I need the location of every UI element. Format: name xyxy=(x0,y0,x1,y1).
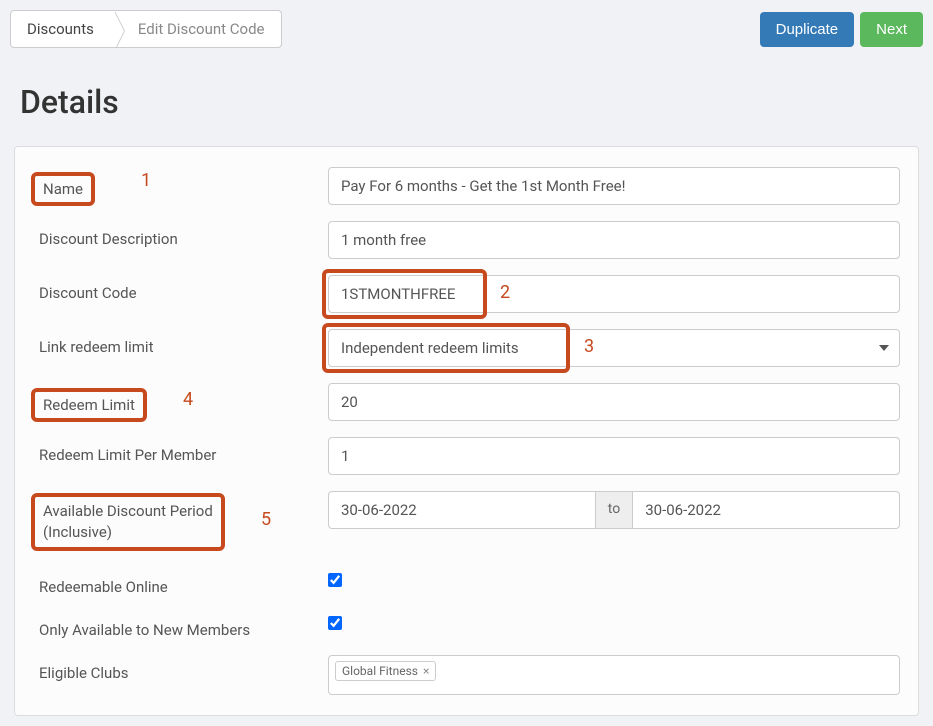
name-input[interactable] xyxy=(328,167,900,205)
duplicate-button[interactable]: Duplicate xyxy=(760,12,855,47)
next-button[interactable]: Next xyxy=(860,12,923,47)
label-eligible-clubs: Eligible Clubs xyxy=(39,664,128,682)
link-redeem-limit-select[interactable]: Independent redeem limits xyxy=(328,329,900,367)
description-input[interactable] xyxy=(328,221,900,259)
annotation-3: 3 xyxy=(584,336,594,357)
redeem-limit-member-input[interactable] xyxy=(328,437,900,475)
annotation-5: 5 xyxy=(261,509,271,530)
label-only-new-members: Only Available to New Members xyxy=(39,621,250,639)
club-tag: Global Fitness × xyxy=(335,661,436,681)
annotation-1: 1 xyxy=(141,170,151,191)
label-redeem-limit-member: Redeem Limit Per Member xyxy=(39,446,216,464)
breadcrumb: Discounts Edit Discount Code xyxy=(10,10,282,48)
label-available-period: Available Discount Period (Inclusive) xyxy=(31,493,225,551)
only-new-members-checkbox[interactable] xyxy=(328,616,342,630)
club-tag-label: Global Fitness xyxy=(342,664,418,678)
breadcrumb-edit-discount: Edit Discount Code xyxy=(114,11,281,47)
eligible-clubs-input[interactable]: Global Fitness × xyxy=(328,655,900,695)
label-description: Discount Description xyxy=(39,230,178,248)
annotation-2: 2 xyxy=(500,282,510,303)
label-link-redeem-limit: Link redeem limit xyxy=(39,338,153,356)
date-separator: to xyxy=(596,491,632,529)
redeemable-online-checkbox[interactable] xyxy=(328,573,342,587)
date-from-input[interactable] xyxy=(328,491,596,529)
label-redeemable-online: Redeemable Online xyxy=(39,578,168,596)
annotation-4: 4 xyxy=(183,389,193,410)
date-to-input[interactable] xyxy=(632,491,900,529)
label-code: Discount Code xyxy=(39,284,137,302)
club-tag-remove-icon[interactable]: × xyxy=(423,664,429,678)
page-title: Details xyxy=(20,83,923,121)
redeem-limit-input[interactable] xyxy=(328,383,900,421)
label-redeem-limit: Redeem Limit xyxy=(31,388,147,422)
code-input[interactable] xyxy=(328,275,900,313)
details-panel: Name 1 Discount Description Discount Cod… xyxy=(14,146,919,716)
breadcrumb-discounts[interactable]: Discounts xyxy=(11,11,114,47)
label-name: Name xyxy=(31,172,95,206)
